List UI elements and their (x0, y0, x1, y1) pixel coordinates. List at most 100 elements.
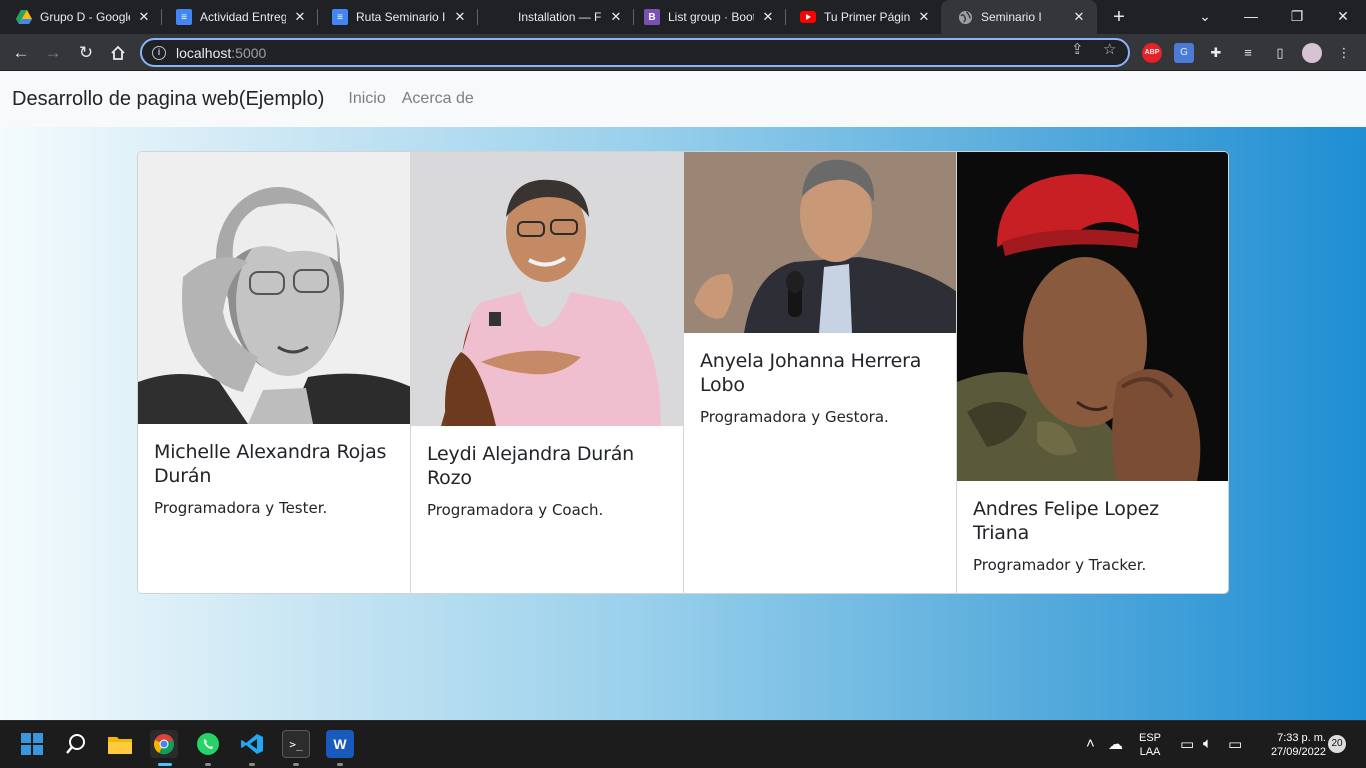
tab-search-icon[interactable]: ⌄ (1182, 0, 1228, 34)
network-icon[interactable]: ▭ (1180, 735, 1194, 753)
profile-avatar[interactable] (1302, 43, 1322, 63)
tab-title: Ruta Seminario In (356, 10, 446, 24)
tab-installation[interactable]: Installation — Fla ✕ (478, 0, 634, 34)
nav-link-inicio[interactable]: Inicio (348, 90, 385, 108)
menu-kebab-icon[interactable]: ⋮ (1334, 43, 1354, 63)
clock[interactable]: 7:33 p. m. 27/09/2022 (1252, 721, 1326, 768)
browser-toolbar: ← → ↻ i localhost:5000 ⇪ ☆ ABP G ✚ ≡ ▯ ⋮ (0, 34, 1366, 71)
card-photo (957, 152, 1228, 481)
word-icon[interactable]: W (326, 730, 354, 758)
bootstrap-icon: B (644, 9, 660, 25)
docs-icon: ≡ (332, 9, 348, 25)
keyboard-layout: LAA (1139, 746, 1161, 758)
card-text: Programadora y Tester. (154, 499, 328, 517)
team-card: Leydi Alejandra Durán Rozo Programadora … (411, 152, 684, 593)
address-host: localhost (176, 44, 232, 61)
team-card: Anyela Johanna Herrera Lobo Programadora… (684, 152, 957, 593)
team-card: Andres Felipe Lopez Triana Programador y… (957, 152, 1228, 593)
address-port: :5000 (231, 44, 267, 61)
tab-title: List group · Boots (668, 10, 754, 24)
volume-icon[interactable]: 🔈︎ (1203, 735, 1212, 752)
hero-background: Michelle Alexandra Rojas Durán Programad… (0, 127, 1366, 720)
app-indicator (337, 763, 343, 766)
terminal-icon[interactable]: >_ (282, 730, 310, 758)
close-icon[interactable]: ✕ (916, 9, 932, 25)
navbar-brand[interactable]: Desarrollo de pagina web(Ejemplo) (12, 88, 324, 111)
app-indicator (293, 763, 299, 766)
site-info-icon[interactable]: i (152, 45, 166, 60)
bookmark-star-icon[interactable]: ☆ (1103, 40, 1116, 58)
input-language[interactable]: ESP LAA (1134, 721, 1166, 768)
close-icon[interactable]: ✕ (452, 9, 468, 25)
tab-title: Tu Primer Página (824, 10, 910, 24)
battery-icon[interactable]: ▭ (1228, 735, 1242, 753)
back-icon[interactable]: ← (8, 40, 34, 66)
card-photo (138, 152, 410, 424)
forward-icon[interactable]: → (40, 40, 66, 66)
extensions-icon[interactable]: ✚ (1206, 43, 1226, 63)
app-indicator (205, 763, 211, 766)
active-app-indicator (158, 763, 172, 766)
globe-icon (957, 9, 973, 25)
tab-title: Seminario I (981, 10, 1042, 24)
card-title: Andres Felipe Lopez Triana (973, 498, 1159, 544)
new-tab-button[interactable]: + (1108, 6, 1130, 28)
tab-ruta[interactable]: ≡ Ruta Seminario In ✕ (316, 0, 478, 34)
side-panel-icon[interactable]: ▯ (1270, 43, 1290, 63)
card-text: Programador y Tracker. (973, 556, 1147, 574)
windows-taskbar: >_ W ˄ ☁ ESP LAA ▭ 🔈︎ ▭ 7:33 p. m. 27/09… (0, 720, 1366, 768)
web-page: Desarrollo de pagina web(Ejemplo) Inicio… (0, 71, 1366, 720)
close-icon[interactable]: ✕ (292, 9, 308, 25)
media-queue-icon[interactable]: ≡ (1238, 43, 1258, 63)
chrome-icon[interactable] (150, 730, 178, 758)
tab-actividad[interactable]: ≡ Actividad Entrega ✕ (160, 0, 318, 34)
translate-icon[interactable]: G (1174, 43, 1194, 63)
tab-seminario[interactable]: Seminario I ✕ (941, 0, 1097, 34)
card-photo (684, 152, 956, 333)
clock-time: 7:33 p. m. (1277, 732, 1326, 744)
address-bar[interactable]: i localhost:5000 (140, 38, 1130, 67)
reload-icon[interactable]: ↻ (73, 40, 99, 66)
close-icon[interactable]: ✕ (136, 9, 152, 25)
docs-icon: ≡ (176, 9, 192, 25)
card-body: Michelle Alexandra Rojas Durán Programad… (138, 424, 410, 519)
close-icon[interactable]: ✕ (1071, 9, 1087, 25)
search-icon[interactable] (62, 730, 90, 758)
language-code: ESP (1138, 732, 1161, 744)
team-card: Michelle Alexandra Rojas Durán Programad… (138, 152, 411, 593)
vscode-icon[interactable] (238, 730, 266, 758)
tab-grupo-d[interactable]: Grupo D - Google ✕ (0, 0, 162, 34)
start-icon[interactable] (18, 730, 46, 758)
onedrive-icon[interactable]: ☁ (1108, 735, 1123, 753)
window-close-icon[interactable]: ✕ (1320, 0, 1366, 34)
tab-title: Installation — Fla (518, 10, 602, 24)
flask-icon (494, 9, 510, 25)
youtube-icon (800, 9, 816, 25)
app-indicator (249, 763, 255, 766)
adblock-icon[interactable]: ABP (1142, 43, 1162, 63)
tab-list-group[interactable]: B List group · Boots ✕ (628, 0, 786, 34)
close-icon[interactable]: ✕ (608, 9, 624, 25)
tab-title: Grupo D - Google (40, 10, 130, 24)
clock-date: 27/09/2022 (1270, 746, 1326, 758)
card-title: Leydi Alejandra Durán Rozo (427, 443, 635, 489)
notification-badge[interactable]: 20 (1328, 735, 1346, 753)
card-title: Anyela Johanna Herrera Lobo (700, 350, 922, 396)
card-text: Programadora y Gestora. (700, 408, 889, 426)
card-group: Michelle Alexandra Rojas Durán Programad… (137, 151, 1229, 594)
tab-tu-primer[interactable]: Tu Primer Página ✕ (784, 0, 942, 34)
nav-link-acerca[interactable]: Acerca de (402, 90, 474, 108)
show-hidden-icons-icon[interactable]: ˄ (1086, 735, 1095, 752)
share-icon[interactable]: ⇪ (1071, 40, 1084, 58)
restore-icon[interactable]: ❐ (1274, 0, 1320, 34)
minimize-icon[interactable]: — (1228, 0, 1274, 34)
close-icon[interactable]: ✕ (760, 9, 776, 25)
tab-strip: Grupo D - Google ✕ ≡ Actividad Entrega ✕… (0, 0, 1366, 34)
file-explorer-icon[interactable] (106, 730, 134, 758)
card-body: Anyela Johanna Herrera Lobo Programadora… (684, 333, 956, 428)
tab-title: Actividad Entrega (200, 10, 286, 24)
card-title: Michelle Alexandra Rojas Durán (154, 441, 387, 487)
whatsapp-icon[interactable] (194, 730, 222, 758)
home-icon[interactable] (105, 40, 131, 66)
card-photo (411, 152, 683, 426)
